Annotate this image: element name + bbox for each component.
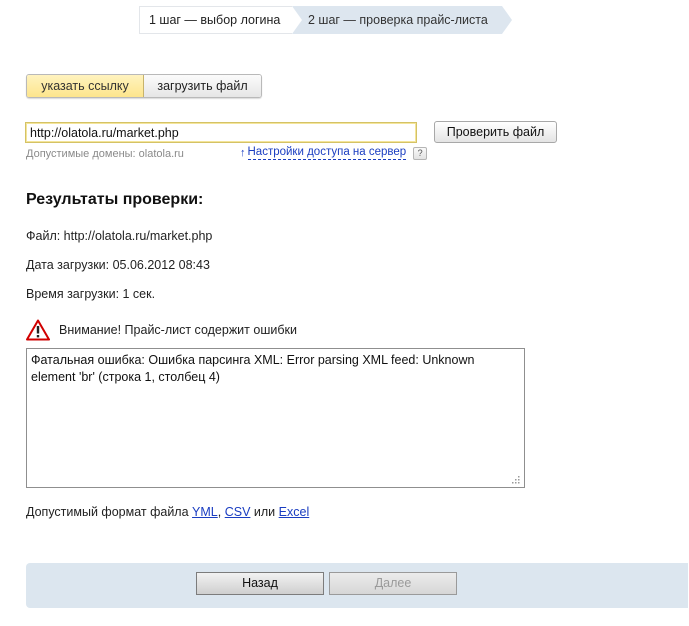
warning-icon (26, 319, 50, 341)
csv-link[interactable]: CSV (225, 505, 251, 519)
formats-separator: , (217, 505, 222, 519)
result-file: Файл: http://olatola.ru/market.php (26, 229, 213, 243)
excel-link[interactable]: Excel (279, 505, 310, 519)
step-1-choose-login[interactable]: 1 шаг — выбор логина (139, 6, 302, 34)
warning-text: Внимание! Прайс-лист содержит ошибки (59, 323, 297, 337)
check-file-button[interactable]: Проверить файл (434, 121, 557, 143)
upload-file-tab[interactable]: загрузить файл (144, 75, 261, 97)
result-upload-date: Дата загрузки: 05.06.2012 08:43 (26, 258, 210, 272)
help-icon[interactable]: ? (413, 146, 428, 160)
source-switch: указать ссылку загрузить файл (26, 74, 262, 98)
next-button: Далее (329, 572, 457, 595)
warning-message: Внимание! Прайс-лист содержит ошибки (26, 319, 297, 341)
allowed-domains-hint: Допустимые домены: olatola.ru (26, 148, 184, 160)
resize-grip-icon[interactable] (509, 473, 521, 485)
step-1-label: 1 шаг — выбор логина (149, 13, 281, 27)
results-title: Результаты проверки: (26, 191, 204, 208)
formats-prefix: Допустимый формат файла (26, 505, 189, 519)
specify-link-tab[interactable]: указать ссылку (27, 75, 144, 97)
allowed-formats: Допустимый формат файла YML, CSV или Exc… (26, 505, 309, 519)
arrow-up-icon: ↑ (240, 147, 246, 159)
yml-link[interactable]: YML (192, 505, 218, 519)
wizard-steps: 1 шаг — выбор логина 2 шаг — проверка пр… (139, 6, 512, 34)
step-2-label: 2 шаг — проверка прайс-листа (308, 13, 488, 27)
server-access-settings-link[interactable]: ↑ Настройки доступа на сервер ? (240, 146, 428, 160)
formats-or: или (253, 505, 276, 519)
errors-textarea[interactable]: Фатальная ошибка: Ошибка парсинга XML: E… (26, 348, 525, 488)
url-input[interactable] (25, 122, 417, 143)
back-button[interactable]: Назад (196, 572, 324, 595)
result-upload-time: Время загрузки: 1 сек. (26, 287, 156, 301)
server-access-settings-label[interactable]: Настройки доступа на сервер (247, 146, 407, 160)
step-2-price-list-check: 2 шаг — проверка прайс-листа (292, 6, 512, 34)
